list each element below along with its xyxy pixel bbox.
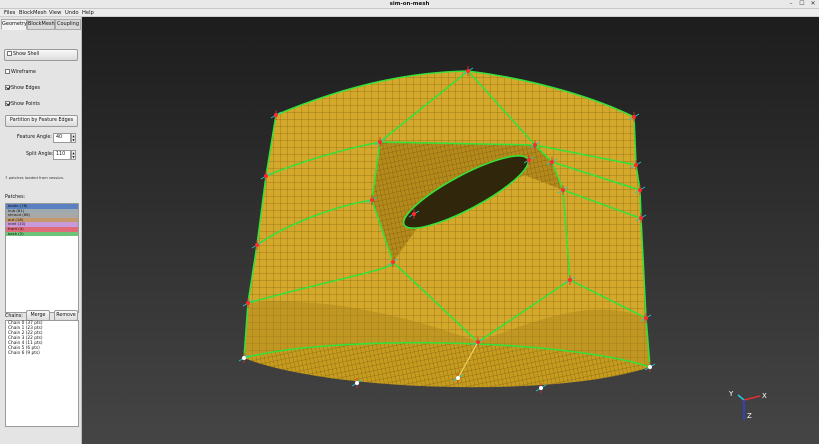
patch-item[interactable]: back (2) xyxy=(6,231,78,237)
x-axis-label: X xyxy=(762,392,767,400)
title-bar: sim-on-mesh – ☐ ✕ xyxy=(0,0,819,9)
chains-list[interactable]: Chain 0 (37 pts) Chain 1 (23 pts) Chain 2 … xyxy=(5,320,79,427)
status-text: 7 patches loaded from session. xyxy=(5,175,65,180)
patches-label: Patches: xyxy=(5,195,26,200)
menu-view[interactable]: View xyxy=(49,10,61,16)
tab-blockmesh[interactable]: BlockMesh xyxy=(27,19,55,30)
tab-bar: Geometry BlockMesh Coupling xyxy=(1,19,81,30)
3d-viewport[interactable]: X Y Z xyxy=(82,17,819,444)
wireframe-toggle[interactable]: Wireframe xyxy=(5,69,36,76)
wireframe-label: Wireframe xyxy=(11,70,37,75)
x-axis-line xyxy=(743,395,761,401)
split-angle-stepper[interactable]: ▲ ▼ xyxy=(71,150,76,160)
menu-bar: Files BlockMesh View Undo Help xyxy=(0,9,819,17)
show-shell-toggle[interactable]: Show Shell xyxy=(4,49,78,61)
feature-angle-input[interactable]: 40 xyxy=(53,133,71,143)
partition-button[interactable]: Partition by Feature Edges xyxy=(5,115,78,127)
mesh-view[interactable]: X Y Z xyxy=(82,17,819,444)
minimize-icon[interactable]: – xyxy=(787,1,795,8)
wireframe-checkbox[interactable] xyxy=(5,69,10,74)
show-points-toggle[interactable]: Show Points xyxy=(5,101,40,108)
show-edges-label: Show Edges xyxy=(11,86,41,91)
show-edges-toggle[interactable]: Show Edges xyxy=(5,85,40,92)
chain-item[interactable]: Chain 6 (9 pts) xyxy=(6,351,78,356)
y-axis-label: Y xyxy=(728,390,734,398)
feature-angle-stepper[interactable]: ▲ ▼ xyxy=(71,133,76,143)
close-icon[interactable]: ✕ xyxy=(809,1,817,8)
y-axis-line xyxy=(737,394,745,401)
window-title: sim-on-mesh xyxy=(389,1,430,7)
chains-label: Chains: xyxy=(5,314,23,319)
axes-triad: X Y Z xyxy=(728,390,767,420)
show-points-label: Show Points xyxy=(11,102,40,107)
feature-angle-label: Feature Angle: xyxy=(17,135,52,140)
show-shell-label: Show Shell xyxy=(13,52,40,57)
show-edges-checkbox[interactable] xyxy=(5,85,10,90)
tab-coupling[interactable]: Coupling xyxy=(55,19,81,30)
maximize-icon[interactable]: ☐ xyxy=(798,1,806,8)
show-points-checkbox[interactable] xyxy=(5,101,10,106)
menu-blockmesh[interactable]: BlockMesh xyxy=(19,10,47,16)
split-angle-label: Split Angle: xyxy=(26,152,54,157)
menu-files[interactable]: Files xyxy=(4,10,15,16)
split-angle-input[interactable]: 110 xyxy=(53,150,71,160)
patches-list[interactable]: blade (78) hub (81) shroud (66) out (18) inl… xyxy=(5,203,79,313)
menu-help[interactable]: Help xyxy=(82,10,94,16)
z-axis-label: Z xyxy=(747,412,752,420)
show-shell-checkbox[interactable] xyxy=(7,51,12,56)
geometry-panel: Geometry BlockMesh Coupling Show Shell W… xyxy=(0,17,82,444)
menu-undo[interactable]: Undo xyxy=(65,10,79,16)
tab-geometry[interactable]: Geometry xyxy=(1,19,27,30)
